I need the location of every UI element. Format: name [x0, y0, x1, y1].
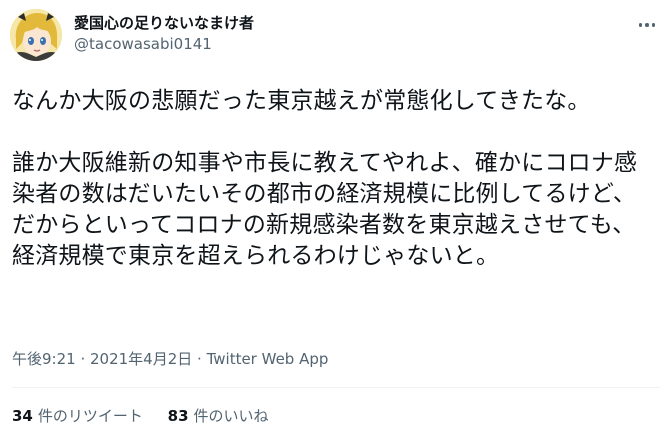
meta-separator: · [75, 350, 90, 368]
user-handle[interactable]: @tacowasabi0141 [74, 35, 254, 53]
tweet-paragraph-2: 誰か大阪維新の知事や市長に教えてやれよ、確かにコロナ感染者の数はだいたいその都市… [12, 150, 638, 269]
meta-separator: · [192, 350, 207, 368]
more-horizontal-icon [651, 23, 656, 27]
retweets-count: 34 [12, 407, 33, 425]
tweet-date[interactable]: 2021年4月2日 [90, 350, 192, 368]
tweet-text: なんか大阪の悲願だった東京越えが常態化してきたな。 誰か大阪維新の知事や市長に教… [12, 86, 652, 272]
tweet-time[interactable]: 午後9:21 [12, 350, 76, 368]
retweets-label: 件のリツイート [37, 407, 143, 425]
likes-label: 件のいいね [193, 407, 269, 425]
likes-stat[interactable]: 83 件のいいね [168, 407, 269, 425]
tweet-source[interactable]: Twitter Web App [207, 350, 329, 368]
more-horizontal-icon [645, 23, 649, 27]
tweet-header: 愛国心の足りないなまけ者 @tacowasabi0141 [0, 0, 672, 68]
tweet-paragraph-1: なんか大阪の悲願だった東京越えが常態化してきたな。 [12, 88, 591, 114]
tweet-meta: 午後9:21 · 2021年4月2日 · Twitter Web App [12, 350, 328, 368]
retweets-stat[interactable]: 34 件のリツイート [12, 407, 143, 425]
more-button[interactable] [634, 16, 660, 34]
tweet-stats: 34 件のリツイート 83 件のいいね [12, 407, 289, 425]
more-horizontal-icon [638, 23, 643, 27]
divider [12, 387, 660, 388]
display-name[interactable]: 愛国心の足りないなまけ者 [74, 14, 254, 32]
user-names: 愛国心の足りないなまけ者 @tacowasabi0141 [74, 14, 254, 53]
tweet: 愛国心の足りないなまけ者 @tacowasabi0141 なんか大阪の悲願だった… [0, 0, 672, 437]
avatar[interactable] [10, 9, 62, 61]
likes-count: 83 [167, 407, 189, 425]
anime-avatar-icon [10, 9, 62, 61]
